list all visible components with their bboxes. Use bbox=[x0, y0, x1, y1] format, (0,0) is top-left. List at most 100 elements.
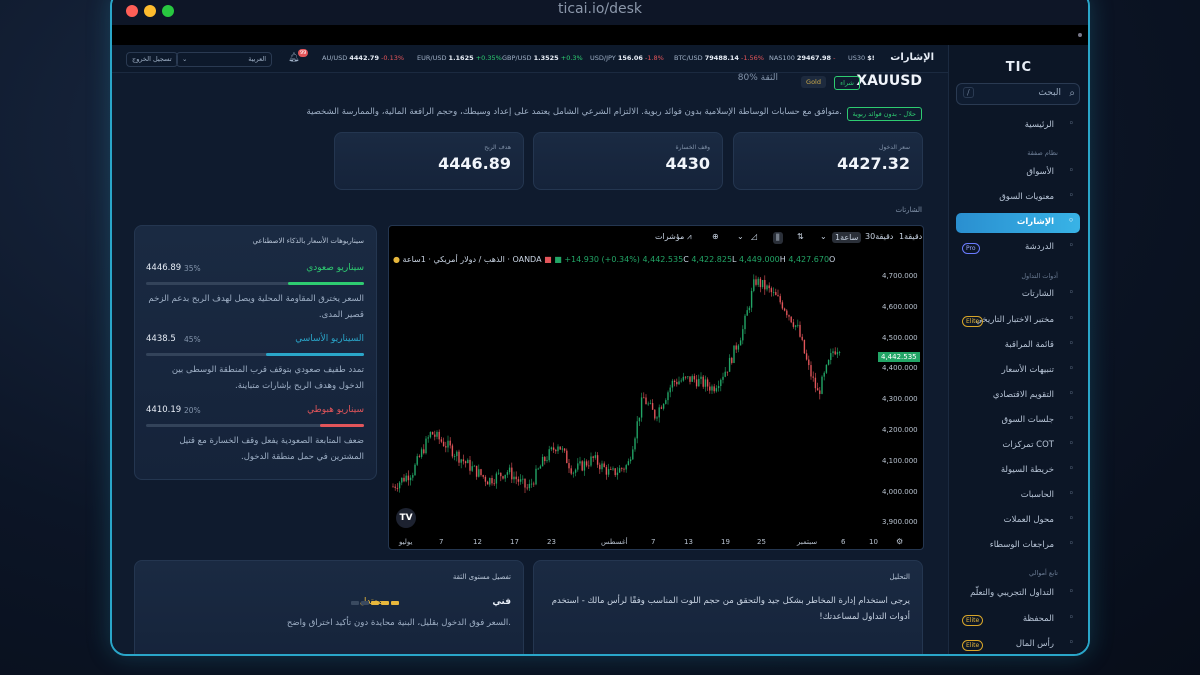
candle-body bbox=[744, 315, 746, 330]
candle-body bbox=[783, 308, 786, 311]
candle-body bbox=[462, 459, 465, 462]
candles-icon[interactable]: ⫼ bbox=[773, 232, 783, 244]
sidebar-item-money[interactable]: ◦ رأس المال Elite bbox=[956, 635, 1080, 654]
x-tick-label: سبتمبر bbox=[797, 538, 818, 546]
candle-body bbox=[717, 386, 720, 389]
candle-body bbox=[759, 278, 762, 288]
entry-price-card: سعر الدخول 4427.32 bbox=[733, 132, 923, 190]
ticker-symbol: USD/JPY bbox=[590, 54, 616, 62]
sidebar-item-shield[interactable]: ◦ مراجعات الوسطاء bbox=[956, 536, 1080, 556]
ticker-item[interactable]: BTC/USD 79488.14 -1.56% bbox=[674, 54, 764, 62]
indicators-button[interactable]: مؤشرات bbox=[655, 232, 684, 241]
ticker-item[interactable]: USD/JPY 156.06 -1.8% bbox=[590, 54, 664, 62]
ticker-item[interactable]: EUR/USD 1.1625 +0.35% bbox=[417, 54, 502, 62]
sidebar-item-history[interactable]: ◦ مختبر الاختبار التاريخي Elite bbox=[956, 311, 1080, 331]
candle-body bbox=[502, 476, 504, 479]
ticker-symbol: US30 bbox=[848, 54, 866, 62]
ticker-change: +0.3% bbox=[560, 54, 583, 62]
search-input[interactable]: ⌕ البحث / bbox=[956, 83, 1080, 105]
flag-icon: ■ bbox=[544, 255, 552, 264]
candle-body bbox=[753, 279, 755, 291]
confidence-dash bbox=[381, 601, 389, 605]
sidebar-item-sparkle[interactable]: ◦ الدردشة Pro bbox=[956, 238, 1080, 258]
ticker-item[interactable]: NAS100 29467.98 - bbox=[769, 54, 836, 62]
scenario-name: سيناريو صعودي bbox=[306, 263, 364, 273]
logo[interactable]: TIC bbox=[1006, 60, 1032, 75]
candle-body bbox=[827, 359, 830, 365]
ticker-price: 1.3525 bbox=[533, 54, 559, 62]
candle-body bbox=[632, 449, 634, 460]
interval-1m[interactable]: 1دقيقة bbox=[899, 232, 922, 241]
scenario-probability: 35% bbox=[184, 264, 201, 273]
candle-body bbox=[768, 285, 770, 289]
calendar-icon: ◦ bbox=[1068, 389, 1074, 399]
candle-body bbox=[409, 477, 412, 481]
stop-loss-card: وقف الخسارة 4430 bbox=[533, 132, 723, 190]
price-chart[interactable]: 1دقيقة 30دقيقة 1ساعة ⌄ ⇅ ⫼ ◿ ⌄ ⊕ ⩘ مؤشرا… bbox=[388, 225, 924, 550]
sidebar-item-gauge[interactable]: ◦ معنويات السوق bbox=[956, 188, 1080, 208]
interval-dropdown-icon[interactable]: ⌄ bbox=[820, 232, 827, 241]
sidebar-item-bell[interactable]: ◦ تنبيهات الأسعار bbox=[956, 361, 1080, 381]
language-select[interactable]: ⌄ العربية bbox=[176, 52, 272, 67]
candle-body bbox=[750, 290, 753, 308]
indicators-icon[interactable]: ⩘ bbox=[687, 232, 692, 242]
x-tick-label: 25 bbox=[757, 538, 766, 546]
ticker-change: +0.35% bbox=[475, 54, 502, 62]
candle-body bbox=[772, 292, 775, 293]
sidebar-item-calendar[interactable]: ◦ التقويم الاقتصادي bbox=[956, 386, 1080, 406]
candle-body bbox=[475, 465, 478, 477]
sidebar-item-clock[interactable]: ◦ جلسات السوق bbox=[956, 411, 1080, 431]
candle-body bbox=[418, 456, 421, 457]
chart-title: الذهب / دولار أمريكي · 1ساعة · OANDA bbox=[402, 255, 542, 264]
candlestick-plot[interactable] bbox=[389, 226, 925, 551]
calculator-icon: ◦ bbox=[1068, 489, 1074, 499]
candle-body bbox=[618, 468, 621, 473]
add-indicator-icon[interactable]: ⊕ bbox=[712, 232, 719, 241]
sidebar-item-eye[interactable]: ◦ قائمة المراقبة bbox=[956, 336, 1080, 356]
area-chart-icon[interactable]: ◿ bbox=[751, 232, 757, 241]
ticker-price: 1.1625 bbox=[448, 54, 474, 62]
x-tick-label: 6 bbox=[841, 538, 846, 546]
interval-30m[interactable]: 30دقيقة bbox=[865, 232, 893, 241]
gear-icon[interactable]: ⚙ bbox=[896, 537, 903, 546]
ticker-item[interactable]: GBP/USD 1.3525 +0.3% bbox=[502, 54, 583, 62]
logout-button[interactable]: تسجيل الخروج bbox=[126, 52, 178, 67]
interval-1h[interactable]: 1ساعة bbox=[832, 232, 862, 243]
candle-body bbox=[775, 292, 777, 296]
ticker-symbol: BTC/USD bbox=[674, 54, 703, 62]
sidebar-item-calculator[interactable]: ◦ الحاسبات bbox=[956, 486, 1080, 506]
sidebar-item-swap[interactable]: ◦ محول العملات bbox=[956, 511, 1080, 531]
candle-body bbox=[814, 377, 817, 389]
candles-icon: ◦ bbox=[1068, 288, 1074, 298]
sidebar-item-bars[interactable]: ◦ تمركزات COT bbox=[956, 436, 1080, 456]
candle-body bbox=[605, 467, 608, 475]
ticker-item[interactable]: AU/USD 4442.79 -0.13% bbox=[322, 54, 404, 62]
tradingview-logo[interactable]: TV bbox=[396, 508, 416, 528]
candle-body bbox=[651, 403, 654, 410]
sidebar-item-label: تمركزات COT bbox=[1002, 440, 1054, 450]
candle-body bbox=[581, 461, 583, 471]
candle-body bbox=[603, 463, 605, 468]
sidebar-item-chart-line[interactable]: ◦ الأسواق bbox=[956, 163, 1080, 183]
chart-type-dropdown-icon[interactable]: ⌄ bbox=[737, 232, 744, 241]
sidebar-item-home[interactable]: ◦ الرئيسية bbox=[956, 116, 1080, 136]
ticker-item[interactable]: US30 $! bbox=[848, 54, 875, 62]
candle-body bbox=[704, 379, 707, 387]
candle-body bbox=[777, 295, 779, 297]
candle-body bbox=[561, 448, 564, 450]
candle-body bbox=[416, 456, 418, 465]
candle-body bbox=[808, 359, 810, 366]
compare-icon[interactable]: ⇅ bbox=[797, 232, 804, 241]
sidebar-item-wallet[interactable]: ◦ المحفظة Elite bbox=[956, 610, 1080, 630]
sidebar-item-candles[interactable]: ◦ الشارتات bbox=[956, 285, 1080, 305]
sidebar-item-signal[interactable]: ◦ الإشارات bbox=[956, 213, 1080, 233]
sidebar-item-users[interactable]: ◦ التداول التجريبي والتعلّم bbox=[956, 584, 1080, 604]
sidebar-item-label: معنويات السوق bbox=[999, 192, 1054, 202]
confidence-value: 80% الثقة bbox=[737, 73, 778, 83]
candle-body bbox=[572, 472, 575, 474]
sidebar-item-map[interactable]: ◦ خريطة السيولة bbox=[956, 461, 1080, 481]
candle-body bbox=[801, 336, 803, 340]
candle-body bbox=[469, 459, 471, 471]
technical-label: فني bbox=[492, 597, 511, 607]
candle-body bbox=[456, 451, 458, 457]
